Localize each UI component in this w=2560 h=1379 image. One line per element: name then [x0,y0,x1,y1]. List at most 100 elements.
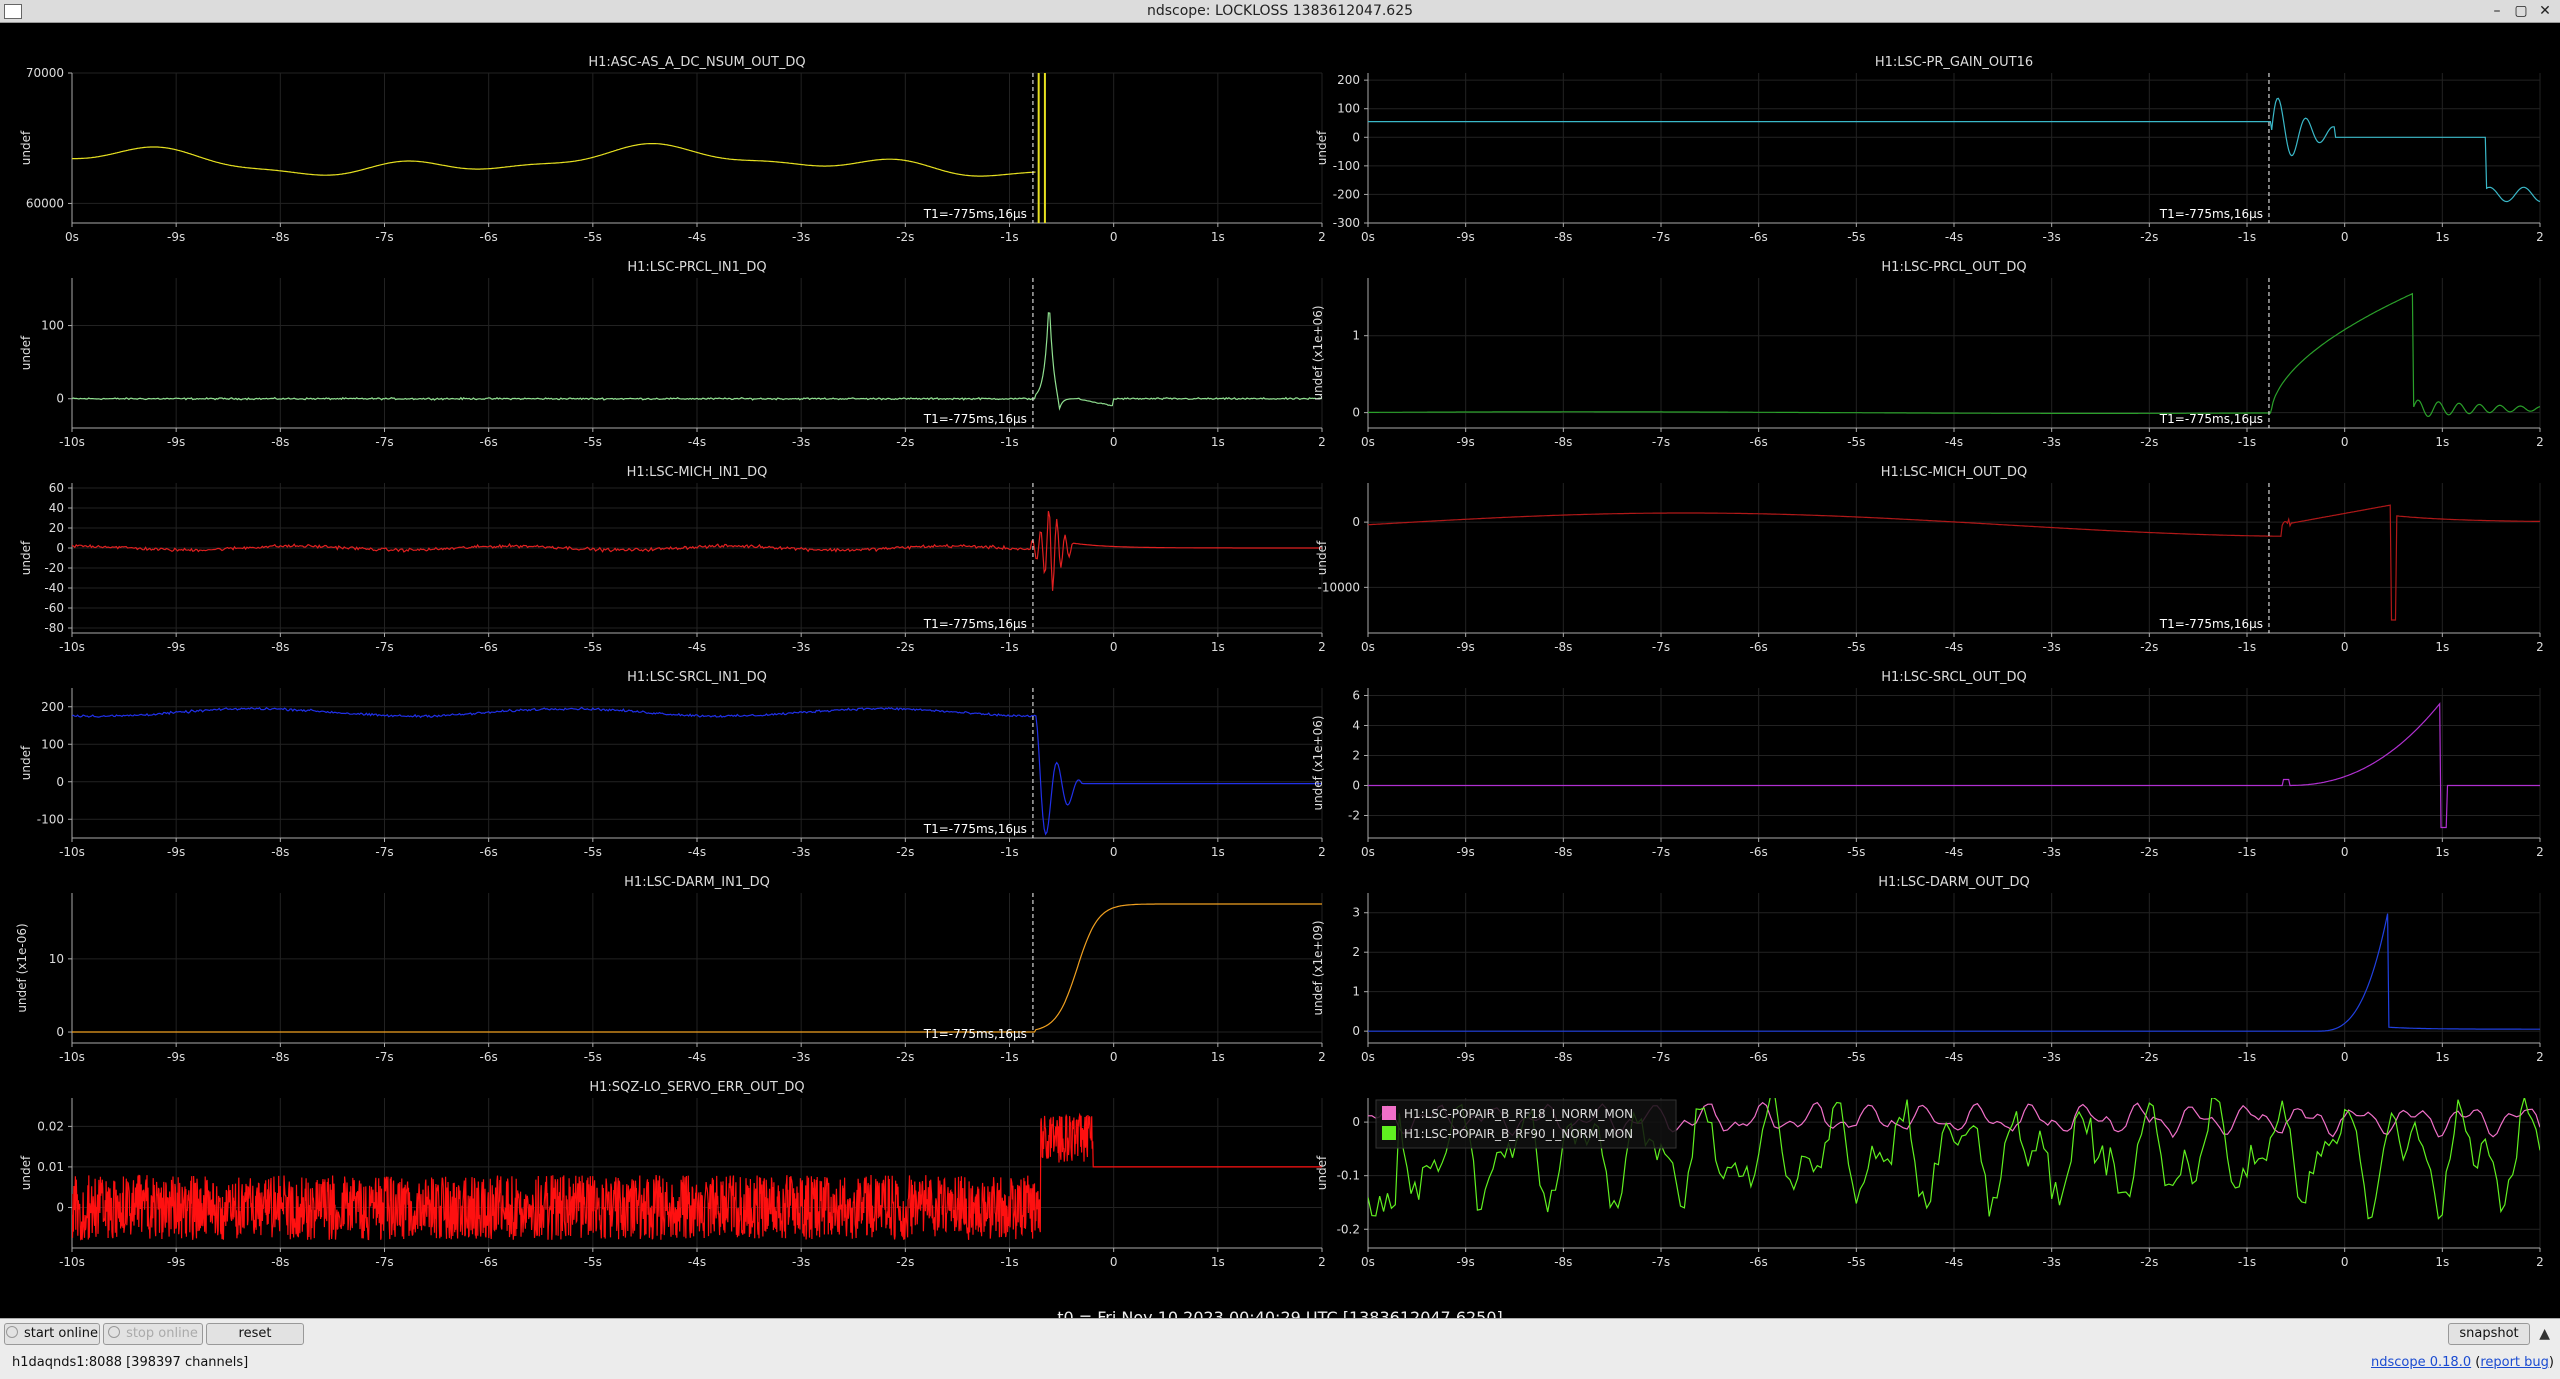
y-tick-label: -40 [44,581,64,595]
x-tick-label: -4s [688,1255,706,1269]
plot-lsc-srcl-out[interactable]: H1:LSC-SRCL_OUT_DQ 0s -9s -8s -7s -6s -5s -4s -3… [1311,670,2544,859]
x-tick-label: 2 [2536,1050,2544,1064]
x-tick-label: -9s [1457,1255,1475,1269]
x-tick-label: -8s [1554,1050,1572,1064]
report-bug-link[interactable]: report bug [2480,1355,2549,1370]
legend-entry: H1:LSC-POPAIR_B_RF90_I_NORM_MON [1404,1127,1633,1141]
x-tick-label: -5s [584,1050,602,1064]
cursor-t1-label: T1=-775ms,16μs [923,207,1027,221]
x-tick-label: -3s [2043,640,2061,654]
y-axis-label: undef [1315,130,1329,165]
y-axis-label: undef (x1e+06) [1311,305,1325,400]
minimize-icon[interactable]: – [2488,2,2506,20]
x-tick-label: -4s [688,1050,706,1064]
x-tick-label: 1s [1211,230,1225,244]
x-tick-label: -4s [688,845,706,859]
x-tick-label: -7s [375,1050,393,1064]
stop-online-button[interactable]: stop online [103,1323,203,1345]
x-tick-label: -4s [1945,1050,1963,1064]
x-tick-label: -3s [792,640,810,654]
x-tick-label: 2 [2536,435,2544,449]
x-tick-label: -7s [1652,845,1670,859]
y-tick-label: 200 [1337,73,1360,87]
x-tick-label: -8s [1554,1255,1572,1269]
plot-lsc-mich-in1[interactable]: H1:LSC-MICH_IN1_DQ -10s -9s -8s -7s -6s -5s -4s… [19,465,1326,654]
y-axis-label: undef [1315,1155,1329,1190]
y-tick-label: 100 [41,737,64,751]
plot-lsc-prcl-out[interactable]: H1:LSC-PRCL_OUT_DQ 0s -9s -8s -7s -6s -5s -4s -3… [1311,260,2544,449]
x-tick-label: -6s [480,845,498,859]
x-tick-label: 2 [1318,435,1326,449]
x-tick-label: 1s [2435,230,2449,244]
start-online-label: start online [23,1326,99,1341]
plot-sqz-lo-servo-err[interactable]: H1:SQZ-LO_SERVO_ERR_OUT_DQ -10s -9s -8s -7s -… [19,1080,1326,1269]
x-tick-label: 1s [1211,640,1225,654]
x-tick-label: -5s [1847,1050,1865,1064]
x-tick-label: -1s [2238,230,2256,244]
plot-lsc-darm-in1[interactable]: H1:LSC-DARM_IN1_DQ -10s -9s -8s -7s -6s -5s -4s… [15,875,1326,1064]
x-tick-label: -4s [688,230,706,244]
plot-lsc-prcl-in1[interactable]: H1:LSC-PRCL_IN1_DQ -10s -9s -8s -7s -6s -5s -4s… [19,260,1326,449]
plot-lsc-pr-gain[interactable]: H1:LSC-PR_GAIN_OUT16 0s -9s -8s -7s -6s -5s -4s… [1315,55,2544,244]
y-tick-label: 200 [41,700,64,714]
x-tick-label: -7s [375,640,393,654]
x-tick-label: 0 [1110,230,1118,244]
x-tick-label: -9s [167,1050,185,1064]
plot-area[interactable]: H1:ASC-AS_A_DC_NSUM_OUT_DQ 0s -9s -8s -7s -6s… [0,23,2560,1327]
y-tick-label: -200 [1333,187,1360,201]
reset-button[interactable]: reset [206,1323,304,1345]
plot-lsc-popair[interactable]: 0s -9s -8s -7s -6s -5s -4s -3s -2s -1s 0 1s 2 0 -0.1 -0… [1315,1092,2544,1269]
snapshot-button[interactable]: snapshot [2448,1323,2530,1345]
x-tick-label: 2 [1318,1050,1326,1064]
plot-lsc-mich-out[interactable]: H1:LSC-MICH_OUT_DQ 0s -9s -8s -7s -6s -5s -4s -3… [1315,465,2544,654]
x-tick-label: 0 [2341,1255,2349,1269]
x-tick-label: -8s [271,435,289,449]
y-axis-label: undef [19,130,33,165]
plot-lsc-srcl-in1[interactable]: H1:LSC-SRCL_IN1_DQ -10s -9s -8s -7s -6s -5s -4s… [19,670,1326,859]
y-axis-label: undef [19,745,33,780]
y-axis-label: undef [19,1155,33,1190]
x-tick-label: 1s [1211,845,1225,859]
x-tick-label: -3s [792,1050,810,1064]
y-tick-label: 100 [1337,102,1360,116]
cursor-t1-label: T1=-775ms,16μs [2159,412,2263,426]
close-icon[interactable]: ✕ [2536,2,2554,20]
x-tick-label: -7s [375,1255,393,1269]
x-tick-label: -3s [2043,845,2061,859]
x-tick-label: -5s [584,845,602,859]
x-tick-label: -7s [1652,1255,1670,1269]
x-tick-label: 2 [1318,845,1326,859]
start-online-button[interactable]: start online [4,1323,100,1345]
y-tick-label: -0.1 [1337,1169,1360,1183]
plot-asc-as-a-dc-nsum[interactable]: H1:ASC-AS_A_DC_NSUM_OUT_DQ 0s -9s -8s -7s -6s… [19,55,1326,244]
x-tick-label: -7s [1652,640,1670,654]
x-tick-label: 0 [2341,845,2349,859]
y-tick-label: -80 [44,621,64,635]
x-tick-label: 2 [1318,640,1326,654]
x-tick-label: -1s [1000,845,1018,859]
y-tick-label: 40 [49,501,64,515]
x-tick-label: 1s [1211,1050,1225,1064]
plot-title: H1:LSC-PRCL_OUT_DQ [1881,260,2026,275]
x-tick-label: -1s [1000,640,1018,654]
plot-grid[interactable]: H1:ASC-AS_A_DC_NSUM_OUT_DQ 0s -9s -8s -7s -6s… [0,23,2560,1303]
x-tick-label: -7s [375,845,393,859]
stop-online-label: stop online [126,1326,198,1341]
x-tick-label: -10s [59,435,85,449]
x-tick-label: -6s [1750,845,1768,859]
x-tick-label: -2s [896,640,914,654]
up-arrow-icon[interactable]: ▲ [2539,1326,2550,1342]
x-tick-label: -1s [1000,435,1018,449]
maximize-icon[interactable]: ▢ [2512,2,2530,20]
y-tick-label: 0 [56,1200,64,1214]
plot-title: H1:LSC-MICH_IN1_DQ [627,465,768,480]
y-tick-label: 60000 [26,196,64,210]
plot-lsc-darm-out[interactable]: H1:LSC-DARM_OUT_DQ 0s -9s -8s -7s -6s -5s -4s -3… [1311,875,2544,1064]
x-tick-label: -2s [896,1255,914,1269]
x-tick-label: -1s [2238,1050,2256,1064]
x-tick-label: -7s [1652,230,1670,244]
x-tick-label: -6s [1750,1255,1768,1269]
y-tick-label: 2 [1352,945,1360,959]
version-link[interactable]: ndscope 0.18.0 [2371,1355,2471,1370]
y-tick-label: 3 [1352,906,1360,920]
